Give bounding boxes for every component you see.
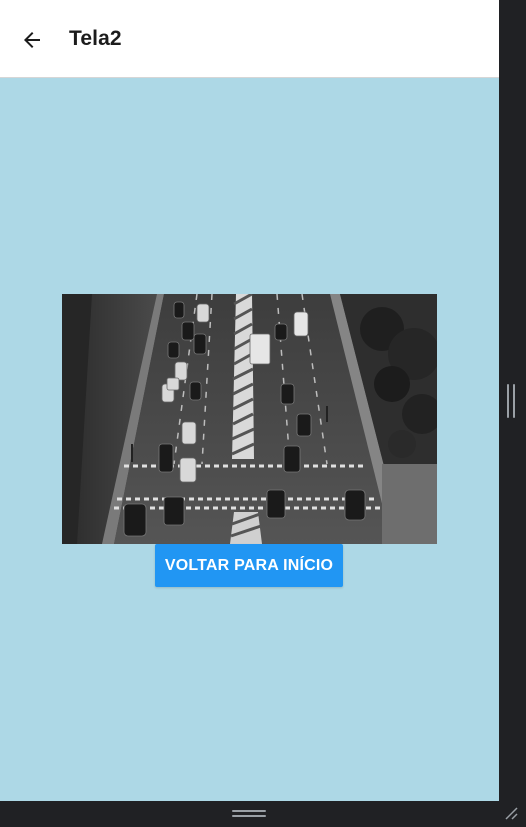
- vertical-resize-handle-icon[interactable]: [507, 384, 516, 418]
- horizontal-resize-handle-icon[interactable]: [232, 810, 266, 819]
- app-viewport: Tela2 VOLTAR PARA INÍCIO: [0, 0, 499, 801]
- arrow-left-icon: [24, 32, 40, 48]
- resize-corner-icon[interactable]: [503, 805, 519, 821]
- traffic-photo: [62, 294, 437, 544]
- page-title: Tela2: [69, 27, 122, 50]
- app-header: Tela2: [0, 0, 499, 78]
- back-button[interactable]: [14, 22, 50, 58]
- back-to-home-button[interactable]: VOLTAR PARA INÍCIO: [155, 544, 343, 587]
